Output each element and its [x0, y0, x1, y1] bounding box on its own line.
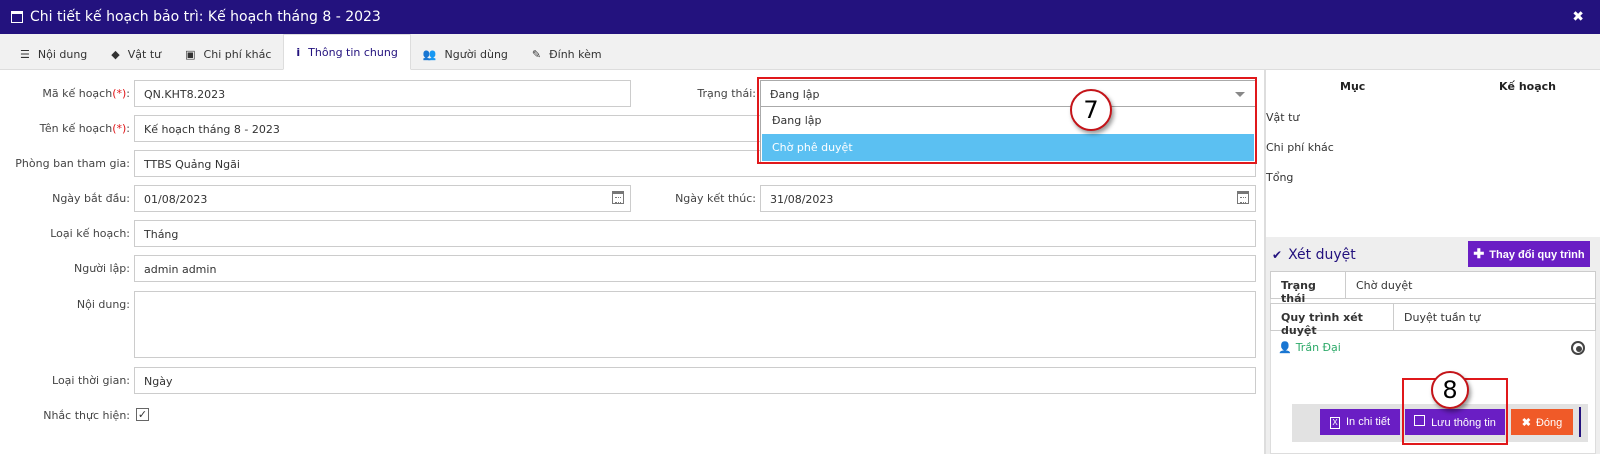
tag-icon: ◆	[111, 47, 120, 61]
excel-icon: X	[1329, 416, 1340, 429]
nguoi-lap-label: Người lập:	[74, 262, 130, 275]
target-icon-dot	[1576, 346, 1582, 352]
status-tab[interactable]: Trạng thái	[1270, 271, 1346, 305]
loai-thoi-gian-input[interactable]: Ngày	[134, 367, 1256, 394]
tab-vat-tu[interactable]: ◆ Vật tư	[99, 39, 173, 69]
loai-ke-hoach-label: Loại kế hoạch:	[50, 227, 130, 240]
change-process-button[interactable]: ✚ Thay đổi quy trình	[1468, 241, 1590, 267]
noi-dung-textarea[interactable]	[134, 291, 1256, 358]
users-icon: 👥	[422, 47, 437, 61]
callout-box-7	[757, 77, 1257, 164]
tab-dinh-kem[interactable]: ✎ Đính kèm	[520, 39, 614, 69]
money-icon: ▣	[185, 47, 196, 61]
ma-ke-hoach-label: Mã kế hoạch(*):	[42, 87, 130, 100]
process-value: Duyệt tuần tự	[1394, 303, 1596, 331]
tab-thong-tin-chung[interactable]: i Thông tin chung	[283, 34, 411, 70]
calendar-icon	[11, 11, 23, 23]
reviewer-user: 👤 Trần Đại	[1278, 341, 1341, 354]
window-titlebar: Chi tiết kế hoạch bảo trì: Kế hoạch thán…	[0, 0, 1600, 34]
phong-ban-label: Phòng ban tham gia:	[15, 157, 130, 170]
close-x-icon: ✖	[1521, 416, 1531, 429]
user-icon: 👤	[1278, 341, 1292, 354]
ngay-bat-dau-input[interactable]: 01/08/2023	[134, 185, 631, 212]
close-icon[interactable]: ✖	[1572, 9, 1584, 25]
summary-col-muc: Mục	[1340, 80, 1366, 93]
close-button[interactable]: ✖ Đóng	[1511, 409, 1573, 435]
calendar-icon[interactable]	[1237, 191, 1249, 204]
tab-nguoi-dung[interactable]: 👥 Người dùng	[411, 39, 520, 69]
loai-ke-hoach-input[interactable]: Tháng	[134, 220, 1256, 247]
callout-step-8: 8	[1431, 371, 1469, 409]
tab-chi-phi-khac[interactable]: ▣ Chi phí khác	[173, 39, 283, 69]
loai-thoi-gian-label: Loại thời gian:	[52, 374, 130, 387]
ngay-bat-dau-label: Ngày bắt đầu:	[52, 192, 130, 205]
tab-bar: ☰ Nội dung ◆ Vật tư ▣ Chi phí khác i Thông t…	[0, 34, 1600, 70]
ngay-ket-thuc-input[interactable]: 31/08/2023	[760, 185, 1256, 212]
paperclip-icon: ✎	[531, 47, 542, 61]
nguoi-lap-input[interactable]: admin admin	[134, 255, 1256, 282]
nhac-thuc-hien-label: Nhắc thực hiện:	[43, 409, 130, 422]
summary-row-chi-phi-khac: Chi phí khác	[1266, 141, 1334, 154]
process-tab[interactable]: Quy trình xét duyệt	[1270, 303, 1394, 337]
scrollbar-indicator	[1579, 407, 1581, 437]
window-title: Chi tiết kế hoạch bảo trì: Kế hoạch thán…	[30, 9, 381, 25]
required-mark: (*)	[112, 87, 127, 100]
plus-icon: ✚	[1473, 246, 1485, 261]
callout-step-7: 7	[1070, 89, 1112, 131]
ngay-ket-thuc-label: Ngày kết thúc:	[675, 192, 756, 205]
tab-noi-dung[interactable]: ☰ Nội dung	[8, 39, 99, 69]
check-icon: ✔	[1272, 248, 1283, 262]
summary-col-ke-hoach: Kế hoạch	[1499, 80, 1556, 93]
noi-dung-label: Nội dung:	[76, 298, 130, 311]
ma-ke-hoach-input[interactable]: QN.KHT8.2023	[134, 80, 631, 107]
status-value: Chờ duyệt	[1346, 271, 1596, 299]
info-icon: i	[296, 45, 301, 59]
print-detail-button[interactable]: X In chi tiết	[1320, 409, 1400, 435]
trang-thai-label: Trạng thái:	[697, 87, 756, 100]
ten-ke-hoach-label: Tên kế hoạch(*):	[39, 122, 130, 135]
review-title: ✔ Xét duyệt	[1272, 247, 1356, 263]
summary-row-vat-tu: Vật tư	[1266, 111, 1300, 124]
list-icon: ☰	[20, 47, 30, 61]
required-mark: (*)	[112, 122, 127, 135]
calendar-icon[interactable]	[612, 191, 624, 204]
nhac-thuc-hien-checkbox[interactable]: ✓	[136, 408, 149, 421]
summary-row-tong: Tổng	[1266, 171, 1294, 184]
